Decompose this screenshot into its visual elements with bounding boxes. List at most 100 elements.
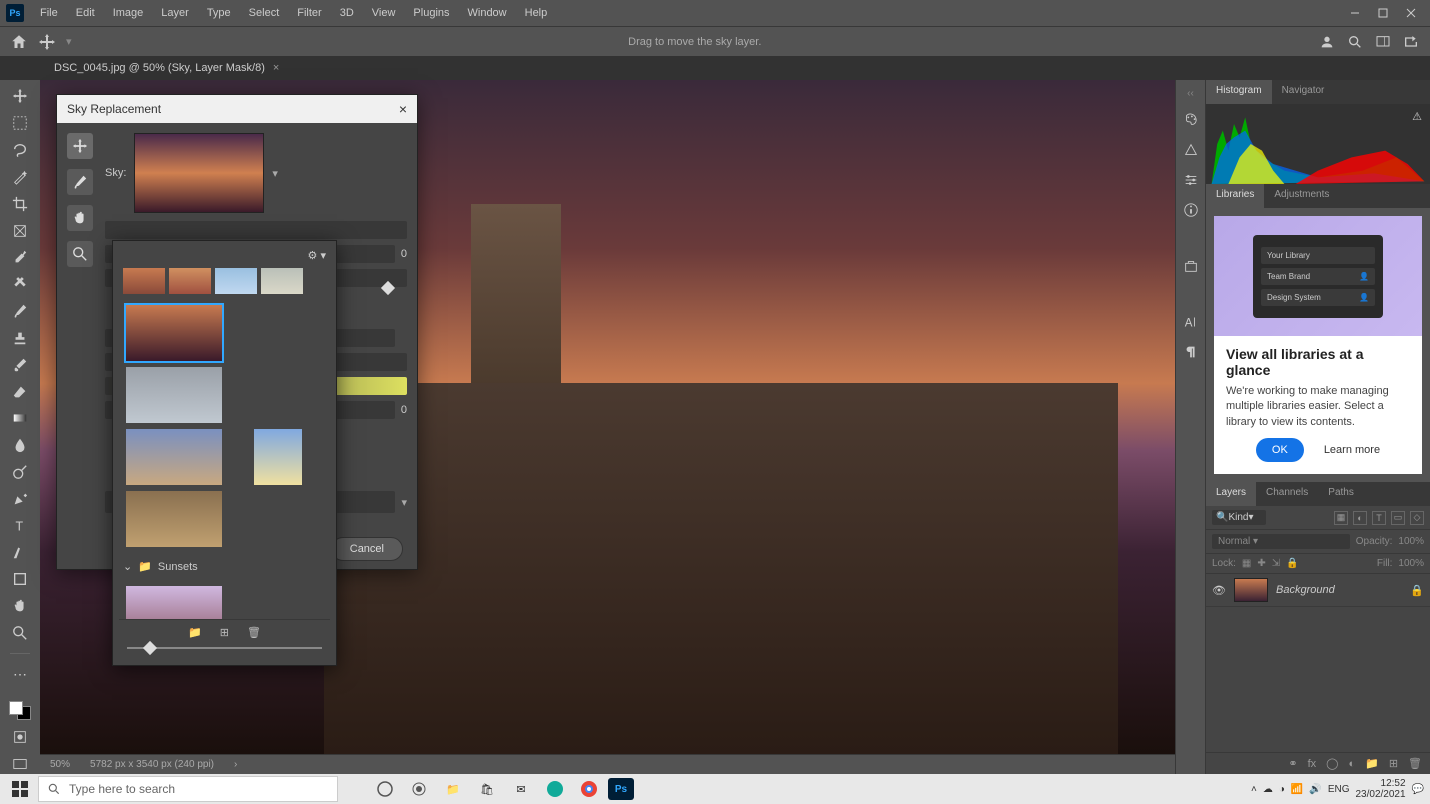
lock-position-icon[interactable]: ✚ bbox=[1257, 558, 1265, 569]
import-sky-icon[interactable]: 📁 bbox=[188, 626, 202, 639]
sky-grid-thumb[interactable] bbox=[126, 586, 222, 619]
menu-image[interactable]: Image bbox=[105, 3, 152, 23]
mail-icon[interactable]: ✉ bbox=[506, 776, 536, 802]
sky-grid-thumb[interactable] bbox=[254, 429, 302, 485]
hand-tool[interactable] bbox=[8, 596, 32, 617]
menu-3d[interactable]: 3D bbox=[332, 3, 362, 23]
opacity-value[interactable]: 100% bbox=[1398, 536, 1424, 547]
taskbar-search[interactable]: Type here to search bbox=[38, 776, 338, 802]
language-indicator[interactable]: ENG bbox=[1328, 784, 1350, 795]
adjustment-icon[interactable]: ◐ bbox=[1348, 758, 1355, 770]
filter-type-icon[interactable]: T bbox=[1372, 511, 1386, 525]
share-icon[interactable] bbox=[1402, 33, 1420, 51]
sky-hand-tool[interactable] bbox=[67, 205, 93, 231]
tab-channels[interactable]: Channels bbox=[1256, 482, 1318, 506]
slider-1[interactable] bbox=[105, 221, 407, 239]
filter-smart-icon[interactable]: ◇ bbox=[1410, 511, 1424, 525]
maximize-button[interactable] bbox=[1370, 3, 1396, 23]
sky-grid-thumb[interactable] bbox=[126, 429, 222, 485]
sky-move-tool[interactable] bbox=[67, 133, 93, 159]
screen-mode[interactable] bbox=[8, 753, 32, 774]
move-tool-icon[interactable] bbox=[38, 33, 56, 51]
color-panel-icon[interactable] bbox=[1182, 111, 1200, 129]
blend-mode-select[interactable]: Normal ▾ bbox=[1212, 534, 1350, 549]
lasso-tool[interactable] bbox=[8, 140, 32, 161]
new-layer-icon[interactable]: ⊞ bbox=[1389, 757, 1398, 770]
swatches-panel-icon[interactable] bbox=[1182, 141, 1200, 159]
layer-row[interactable]: 👁 Background 🔒 bbox=[1206, 574, 1430, 607]
paragraph-panel-icon[interactable] bbox=[1182, 343, 1200, 361]
dialog-close-icon[interactable]: × bbox=[399, 101, 407, 117]
gear-icon[interactable]: ⚙ ▾ bbox=[308, 249, 326, 262]
healing-tool[interactable] bbox=[8, 274, 32, 295]
filter-pixel-icon[interactable]: ▦ bbox=[1334, 511, 1348, 525]
delete-icon[interactable]: 🗑 bbox=[1408, 757, 1422, 770]
new-preset-icon[interactable]: ⊞ bbox=[220, 626, 229, 639]
brush-tool[interactable] bbox=[8, 301, 32, 322]
lock-pixels-icon[interactable]: ▦ bbox=[1242, 558, 1251, 569]
history-brush-tool[interactable] bbox=[8, 354, 32, 375]
volume-icon[interactable]: 🔊 bbox=[1309, 784, 1321, 795]
mask-icon[interactable]: ◯ bbox=[1326, 757, 1338, 770]
tray-chevron-icon[interactable]: ˄ bbox=[1251, 784, 1257, 795]
task-view-icon[interactable] bbox=[370, 776, 400, 802]
menu-window[interactable]: Window bbox=[460, 3, 515, 23]
zoom-tool[interactable] bbox=[8, 623, 32, 644]
sky-preset-thumb[interactable] bbox=[169, 268, 211, 294]
quick-mask[interactable] bbox=[8, 726, 32, 747]
move-tool[interactable] bbox=[8, 86, 32, 107]
thumb-size-slider[interactable] bbox=[119, 641, 330, 659]
cloud-user-icon[interactable] bbox=[1318, 33, 1336, 51]
crop-tool[interactable] bbox=[8, 193, 32, 214]
menu-filter[interactable]: Filter bbox=[289, 3, 329, 23]
minimize-button[interactable] bbox=[1342, 3, 1368, 23]
menu-help[interactable]: Help bbox=[517, 3, 556, 23]
explorer-icon[interactable]: 📁 bbox=[438, 776, 468, 802]
menu-type[interactable]: Type bbox=[199, 3, 239, 23]
search-icon[interactable] bbox=[1346, 33, 1364, 51]
lib-learn-more-link[interactable]: Learn more bbox=[1324, 444, 1380, 456]
libraries-collapsed-icon[interactable] bbox=[1182, 257, 1200, 275]
lock-all-icon[interactable]: 🔒 bbox=[1286, 558, 1298, 569]
taskbar-clock[interactable]: 12:52 23/02/2021 bbox=[1355, 778, 1405, 800]
photoshop-taskbar-icon[interactable]: Ps bbox=[608, 778, 634, 800]
dialog-titlebar[interactable]: Sky Replacement × bbox=[57, 95, 417, 123]
tray-icon[interactable]: ◑ bbox=[1279, 784, 1285, 795]
cortana-icon[interactable] bbox=[404, 776, 434, 802]
tab-navigator[interactable]: Navigator bbox=[1272, 80, 1335, 104]
menu-select[interactable]: Select bbox=[241, 3, 288, 23]
shape-tool[interactable] bbox=[8, 569, 32, 590]
sky-preset-thumb[interactable] bbox=[215, 268, 257, 294]
sky-brush-tool[interactable] bbox=[67, 169, 93, 195]
visibility-icon[interactable]: 👁 bbox=[1212, 584, 1226, 597]
tab-histogram[interactable]: Histogram bbox=[1206, 80, 1272, 104]
tab-paths[interactable]: Paths bbox=[1318, 482, 1364, 506]
color-swatches[interactable] bbox=[9, 701, 31, 720]
menu-plugins[interactable]: Plugins bbox=[405, 3, 457, 23]
menu-view[interactable]: View bbox=[364, 3, 404, 23]
sky-zoom-tool[interactable] bbox=[67, 241, 93, 267]
filter-adjust-icon[interactable]: ◐ bbox=[1353, 511, 1367, 525]
preset-folder[interactable]: ⌄ 📁 Sunsets bbox=[119, 554, 330, 579]
dodge-tool[interactable] bbox=[8, 462, 32, 483]
lib-ok-button[interactable]: OK bbox=[1256, 438, 1304, 462]
tab-layers[interactable]: Layers bbox=[1206, 482, 1256, 506]
tab-libraries[interactable]: Libraries bbox=[1206, 184, 1264, 208]
pen-tool[interactable] bbox=[8, 488, 32, 509]
start-button[interactable] bbox=[6, 781, 34, 797]
warning-icon[interactable]: ⚠ bbox=[1412, 110, 1422, 123]
sky-preset-thumb[interactable] bbox=[261, 268, 303, 294]
edit-toolbar[interactable]: ⋯ bbox=[8, 664, 32, 685]
notifications-icon[interactable]: 💬 bbox=[1412, 784, 1424, 795]
info-panel-icon[interactable] bbox=[1182, 201, 1200, 219]
sky-grid-thumb[interactable] bbox=[126, 491, 222, 547]
wifi-icon[interactable]: 📶 bbox=[1291, 784, 1303, 795]
sky-preset-thumb[interactable] bbox=[123, 268, 165, 294]
sky-grid-thumb[interactable] bbox=[126, 305, 222, 361]
sky-preview-thumbnail[interactable] bbox=[134, 133, 264, 213]
store-icon[interactable]: 🛍 bbox=[472, 776, 502, 802]
adjust-panel-icon[interactable] bbox=[1182, 171, 1200, 189]
menu-edit[interactable]: Edit bbox=[68, 3, 103, 23]
close-tab-icon[interactable]: × bbox=[273, 62, 279, 74]
filter-shape-icon[interactable]: ▭ bbox=[1391, 511, 1405, 525]
